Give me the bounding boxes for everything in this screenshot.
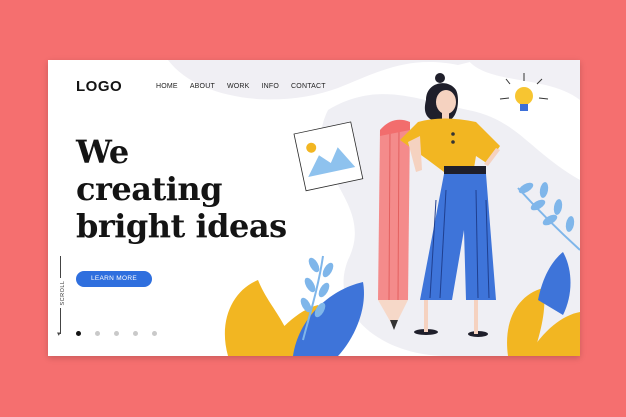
pencil-illustration: [378, 119, 410, 330]
landing-card: LOGO HOME ABOUT WORK INFO CONTACT We cre…: [48, 60, 580, 356]
hero-headline: We creating bright ideas: [76, 134, 287, 245]
nav-item-about[interactable]: ABOUT: [190, 83, 215, 90]
scroll-indicator[interactable]: SCROLL ▾: [54, 256, 68, 340]
headline-line: creating: [76, 170, 223, 208]
headline-line: bright ideas: [76, 207, 287, 245]
image-icon: [293, 121, 364, 192]
pagination-dot-4[interactable]: [133, 331, 138, 336]
pagination-dots: [76, 331, 171, 336]
nav-item-info[interactable]: INFO: [262, 83, 280, 90]
nav-item-work[interactable]: WORK: [227, 83, 250, 90]
nav-item-home[interactable]: HOME: [156, 83, 178, 90]
pagination-dot-2[interactable]: [95, 331, 100, 336]
pagination-dot-1[interactable]: [76, 331, 81, 336]
nav-item-contact[interactable]: CONTACT: [291, 83, 326, 90]
learn-more-button[interactable]: LEARN MORE: [76, 271, 152, 287]
arrow-down-icon: ▾: [57, 331, 61, 338]
pagination-dot-3[interactable]: [114, 331, 119, 336]
headline-line: We: [76, 133, 129, 171]
leaves-illustration: [224, 255, 364, 356]
scroll-line: [60, 256, 61, 278]
pagination-dot-5[interactable]: [152, 331, 157, 336]
logo[interactable]: LOGO: [76, 78, 122, 95]
scroll-label: SCROLL: [60, 280, 66, 306]
main-nav: HOME ABOUT WORK INFO CONTACT: [156, 83, 338, 90]
